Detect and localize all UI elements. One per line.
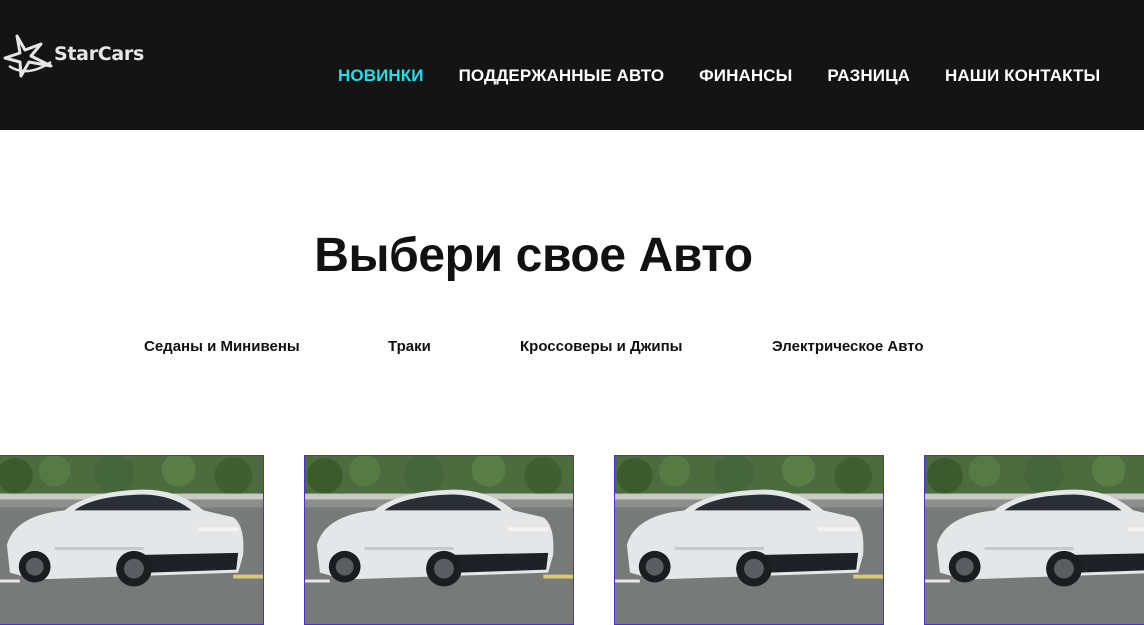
nav-item-difference[interactable]: РАЗНИЦА [827, 66, 910, 86]
nav-item-finance[interactable]: ФИНАНСЫ [699, 66, 792, 86]
star-logo-icon [3, 32, 55, 80]
car-image [0, 456, 263, 624]
car-card[interactable] [924, 455, 1144, 625]
nav-item-used-cars[interactable]: ПОДДЕРЖАННЫЕ АВТО [459, 66, 665, 86]
tab-crossovers-suvs[interactable]: Кроссоверы и Джипы [520, 338, 682, 355]
category-tabs: Седаны и Минивены Траки Кроссоверы и Джи… [0, 338, 1144, 358]
car-card[interactable] [304, 455, 574, 625]
nav-item-contacts[interactable]: НАШИ КОНТАКТЫ [945, 66, 1100, 86]
car-image [305, 456, 573, 624]
car-card[interactable] [0, 455, 264, 625]
tab-electric[interactable]: Электрическое Авто [772, 338, 924, 355]
site-header: StarCars НОВИНКИ ПОДДЕРЖАННЫЕ АВТО ФИНАН… [0, 0, 1144, 130]
nav-item-new[interactable]: НОВИНКИ [338, 66, 424, 86]
logo[interactable]: StarCars [3, 32, 144, 80]
tab-trucks[interactable]: Траки [388, 338, 431, 355]
main-nav: НОВИНКИ ПОДДЕРЖАННЫЕ АВТО ФИНАНСЫ РАЗНИЦ… [338, 66, 1100, 86]
logo-text: StarCars [54, 43, 145, 65]
car-image [925, 456, 1144, 624]
page-title: Выбери свое Авто [314, 229, 753, 282]
tab-sedans-minivans[interactable]: Седаны и Минивены [144, 338, 300, 355]
car-image [615, 456, 883, 624]
car-card[interactable] [614, 455, 884, 625]
